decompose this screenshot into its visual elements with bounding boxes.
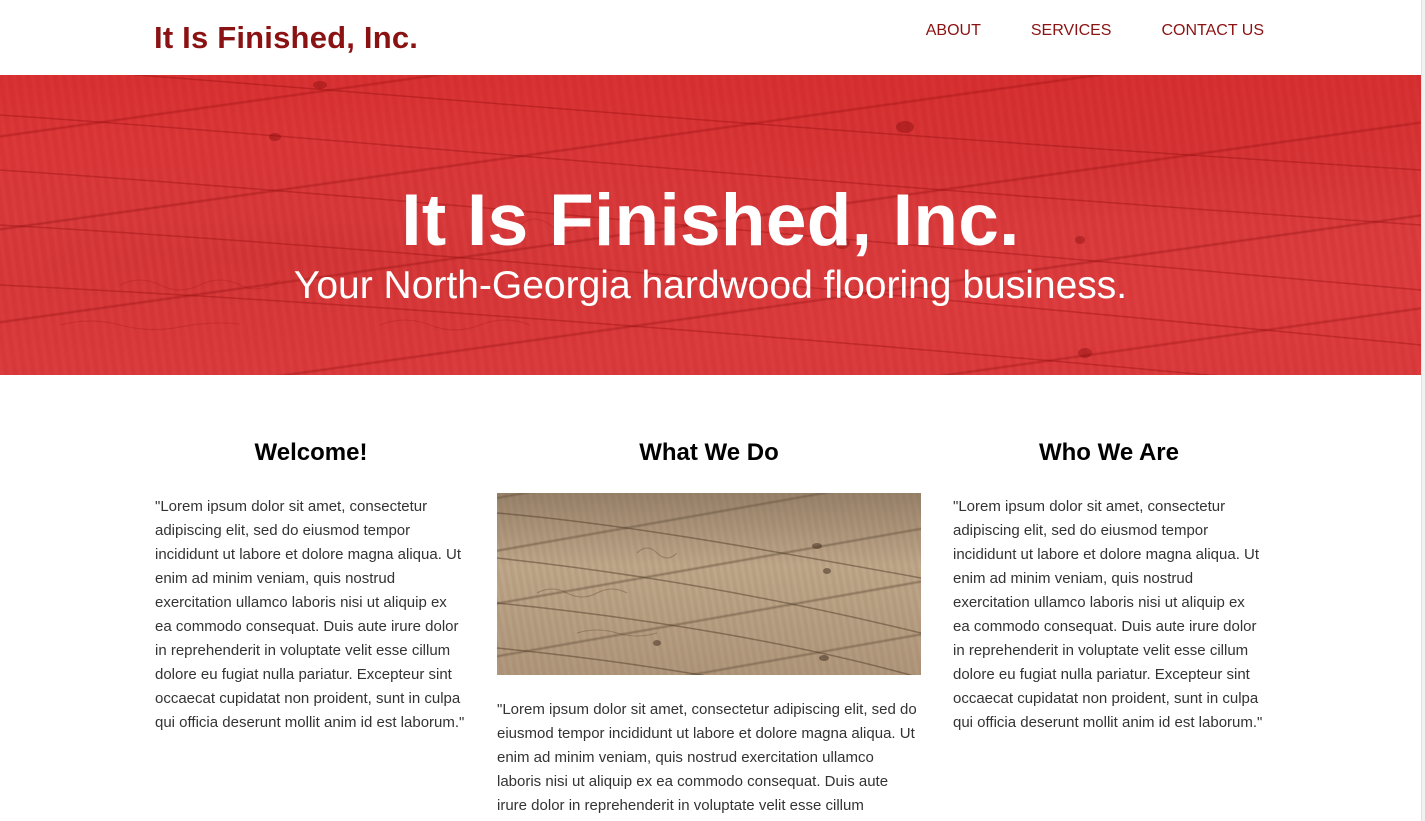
hero-subtitle: Your North-Georgia hardwood flooring bus… <box>293 264 1128 307</box>
what-we-do-heading: What We Do <box>639 439 779 466</box>
hero-banner: It Is Finished, Inc. Your North-Georgia … <box>0 75 1421 375</box>
who-we-are-column: Who We Are "Lorem ipsum dolor sit amet, … <box>953 438 1265 735</box>
nav-services-link[interactable]: SERVICES <box>1031 22 1112 40</box>
hardwood-floor-image <box>497 493 921 675</box>
welcome-heading: Welcome! <box>254 439 368 466</box>
what-we-do-text: "Lorem ipsum dolor sit amet, consectetur… <box>497 701 917 814</box>
brand-logo-link[interactable]: It Is Finished, Inc. <box>154 20 418 56</box>
who-we-are-text: "Lorem ipsum dolor sit amet, consectetur… <box>953 498 1263 731</box>
what-we-do-column: What We Do "Lorem ipsum dolor sit amet, … <box>497 438 921 818</box>
page-scrollbar-gutter[interactable] <box>1421 0 1425 821</box>
page: It Is Finished, Inc. ABOUT SERVICES CONT… <box>0 0 1425 821</box>
welcome-column: Welcome! "Lorem ipsum dolor sit amet, co… <box>155 438 467 735</box>
hero-title: It Is Finished, Inc. <box>401 179 1020 261</box>
welcome-text: "Lorem ipsum dolor sit amet, consectetur… <box>155 498 465 731</box>
nav-about-link[interactable]: ABOUT <box>926 22 981 40</box>
site-header: It Is Finished, Inc. ABOUT SERVICES CONT… <box>0 0 1421 75</box>
main-nav: ABOUT SERVICES CONTACT US <box>926 22 1264 40</box>
who-we-are-heading: Who We Are <box>1038 439 1179 466</box>
wood-grain-graphic <box>497 512 921 675</box>
nav-contact-link[interactable]: CONTACT US <box>1161 22 1264 40</box>
